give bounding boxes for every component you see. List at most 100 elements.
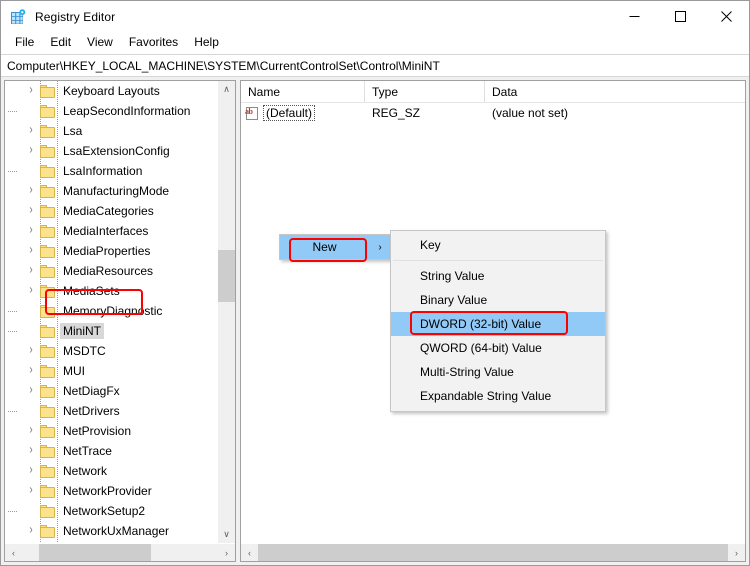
tree-item-label: MSDTC (63, 344, 106, 358)
menu-view[interactable]: View (79, 33, 121, 52)
submenu-item-dword-32-bit-value[interactable]: DWORD (32-bit) Value (391, 312, 605, 336)
submenu-separator (393, 260, 603, 261)
chevron-right-icon[interactable]: › (23, 443, 39, 459)
chevron-right-icon[interactable]: › (23, 483, 39, 499)
menu-file[interactable]: File (7, 33, 42, 52)
submenu-item-key[interactable]: Key (391, 233, 605, 257)
tree-item-label: MiniNT (60, 323, 104, 339)
chevron-right-icon[interactable]: › (23, 463, 39, 479)
chevron-right-icon[interactable]: › (23, 343, 39, 359)
submenu-item-multi-string-value[interactable]: Multi-String Value (391, 360, 605, 384)
chevron-right-icon[interactable]: › (23, 383, 39, 399)
tree-item-networkuxmanager[interactable]: › NetworkUxManager (5, 521, 217, 541)
tree-item-mediainterfaces[interactable]: › MediaInterfaces (5, 221, 217, 241)
tree-item-keyboard-layouts[interactable]: › Keyboard Layouts (5, 81, 217, 101)
folder-icon (40, 224, 55, 238)
column-header-name[interactable]: Name (241, 81, 365, 102)
tree-item-label: MUI (63, 364, 85, 378)
maximize-icon (674, 11, 686, 22)
tree-item-label: MemoryDiagnostic (63, 304, 163, 318)
tree-item-lsa[interactable]: › Lsa (5, 121, 217, 141)
tree-item-mediaresources[interactable]: › MediaResources (5, 261, 217, 281)
tree-leaf-connector (8, 323, 39, 339)
tree-leaf-connector (8, 403, 39, 419)
submenu-item-expandable-string-value[interactable]: Expandable String Value (391, 384, 605, 408)
registry-tree[interactable]: › Keyboard Layouts LeapSecondInformation › L… (5, 81, 217, 543)
registry-editor-window: Registry Editor File Edit View Favorites… (0, 0, 750, 566)
chevron-right-icon[interactable]: › (23, 523, 39, 539)
submenu-item-qword-64-bit-value[interactable]: QWORD (64-bit) Value (391, 336, 605, 360)
tree-item-manufacturingmode[interactable]: › ManufacturingMode (5, 181, 217, 201)
values-column-header: Name Type Data (241, 81, 745, 103)
tree-item-mediacategories[interactable]: › MediaCategories (5, 201, 217, 221)
values-list-row[interactable]: ab (Default) REG_SZ (value not set) (241, 103, 745, 123)
tree-horizontal-scrollbar[interactable]: ‹ › (5, 543, 235, 561)
tree-scroll-up-button[interactable]: ∧ (218, 81, 235, 98)
submenu-item-string-value[interactable]: String Value (391, 264, 605, 288)
tree-item-mediaproperties[interactable]: › MediaProperties (5, 241, 217, 261)
values-hscroll-track[interactable] (258, 544, 728, 561)
tree-item-minint[interactable]: MiniNT (5, 321, 217, 341)
chevron-right-icon[interactable]: › (23, 283, 39, 299)
menu-edit[interactable]: Edit (42, 33, 79, 52)
tree-item-netprovision[interactable]: › NetProvision (5, 421, 217, 441)
new-submenu[interactable]: Key String Value Binary Value DWORD (32-bit… (390, 230, 606, 412)
values-horizontal-scrollbar[interactable]: ‹ › (241, 543, 745, 561)
chevron-right-icon[interactable]: › (23, 183, 39, 199)
chevron-right-icon[interactable]: › (23, 203, 39, 219)
tree-item-label: NetProvision (63, 424, 132, 438)
tree-leaf-connector (8, 163, 39, 179)
minimize-button[interactable] (611, 1, 657, 32)
maximize-button[interactable] (657, 1, 703, 32)
tree-item-networkprovider[interactable]: › NetworkProvider (5, 481, 217, 501)
tree-item-mui[interactable]: › MUI (5, 361, 217, 381)
tree-item-mediasets[interactable]: › MediaSets (5, 281, 217, 301)
folder-icon (40, 144, 55, 158)
chevron-right-icon[interactable]: › (23, 143, 39, 159)
menu-favorites[interactable]: Favorites (121, 33, 186, 52)
tree-item-nettrace[interactable]: › NetTrace (5, 441, 217, 461)
values-scroll-right-button[interactable]: › (728, 544, 745, 561)
tree-scroll-region: › Keyboard Layouts LeapSecondInformation › L… (5, 81, 235, 543)
tree-item-netdiagfx[interactable]: › NetDiagFx (5, 381, 217, 401)
tree-item-memorydiagnostic[interactable]: MemoryDiagnostic (5, 301, 217, 321)
tree-scroll-thumb[interactable] (218, 250, 235, 302)
tree-hscroll-track[interactable] (22, 544, 218, 561)
values-hscroll-thumb[interactable] (258, 544, 728, 561)
chevron-right-icon[interactable]: › (23, 123, 39, 139)
tree-scroll-left-button[interactable]: ‹ (5, 544, 22, 561)
menu-help[interactable]: Help (186, 33, 227, 52)
chevron-right-icon[interactable]: › (23, 423, 39, 439)
submenu-item-binary-value[interactable]: Binary Value (391, 288, 605, 312)
tree-vertical-scrollbar[interactable]: ∧ ∨ (217, 81, 235, 543)
chevron-right-icon[interactable]: › (23, 363, 39, 379)
tree-item-lsainformation[interactable]: LsaInformation (5, 161, 217, 181)
address-bar[interactable]: Computer\HKEY_LOCAL_MACHINE\SYSTEM\Curre… (1, 54, 749, 77)
value-name-cell[interactable]: ab (Default) (241, 105, 365, 121)
tree-item-label: NetworkUxManager (63, 524, 170, 538)
context-menu-item-new[interactable]: New › (280, 235, 391, 259)
tree-item-network[interactable]: › Network (5, 461, 217, 481)
chevron-right-icon[interactable]: › (23, 83, 39, 99)
tree-item-leapsecondinformation[interactable]: LeapSecondInformation (5, 101, 217, 121)
tree-scroll-right-button[interactable]: › (218, 544, 235, 561)
tree-item-msdtc[interactable]: › MSDTC (5, 341, 217, 361)
registry-tree-pane: › Keyboard Layouts LeapSecondInformation › L… (4, 80, 236, 562)
chevron-right-icon[interactable]: › (23, 223, 39, 239)
chevron-right-icon[interactable]: › (23, 263, 39, 279)
tree-scroll-track[interactable] (218, 98, 235, 526)
chevron-right-icon[interactable]: › (23, 243, 39, 259)
tree-item-lsaextensionconfig[interactable]: › LsaExtensionConfig (5, 141, 217, 161)
context-menu[interactable]: New › (279, 234, 392, 260)
column-header-type[interactable]: Type (365, 81, 485, 102)
tree-item-networksetup2[interactable]: NetworkSetup2 (5, 501, 217, 521)
tree-item-netdrivers[interactable]: NetDrivers (5, 401, 217, 421)
tree-item-label: MediaResources (63, 264, 154, 278)
column-header-data[interactable]: Data (485, 81, 745, 102)
tree-scroll-down-button[interactable]: ∨ (218, 526, 235, 543)
folder-icon (40, 344, 55, 358)
tree-item-label: NetworkProvider (63, 484, 152, 498)
tree-hscroll-thumb[interactable] (39, 544, 151, 561)
close-button[interactable] (703, 1, 749, 32)
values-scroll-left-button[interactable]: ‹ (241, 544, 258, 561)
